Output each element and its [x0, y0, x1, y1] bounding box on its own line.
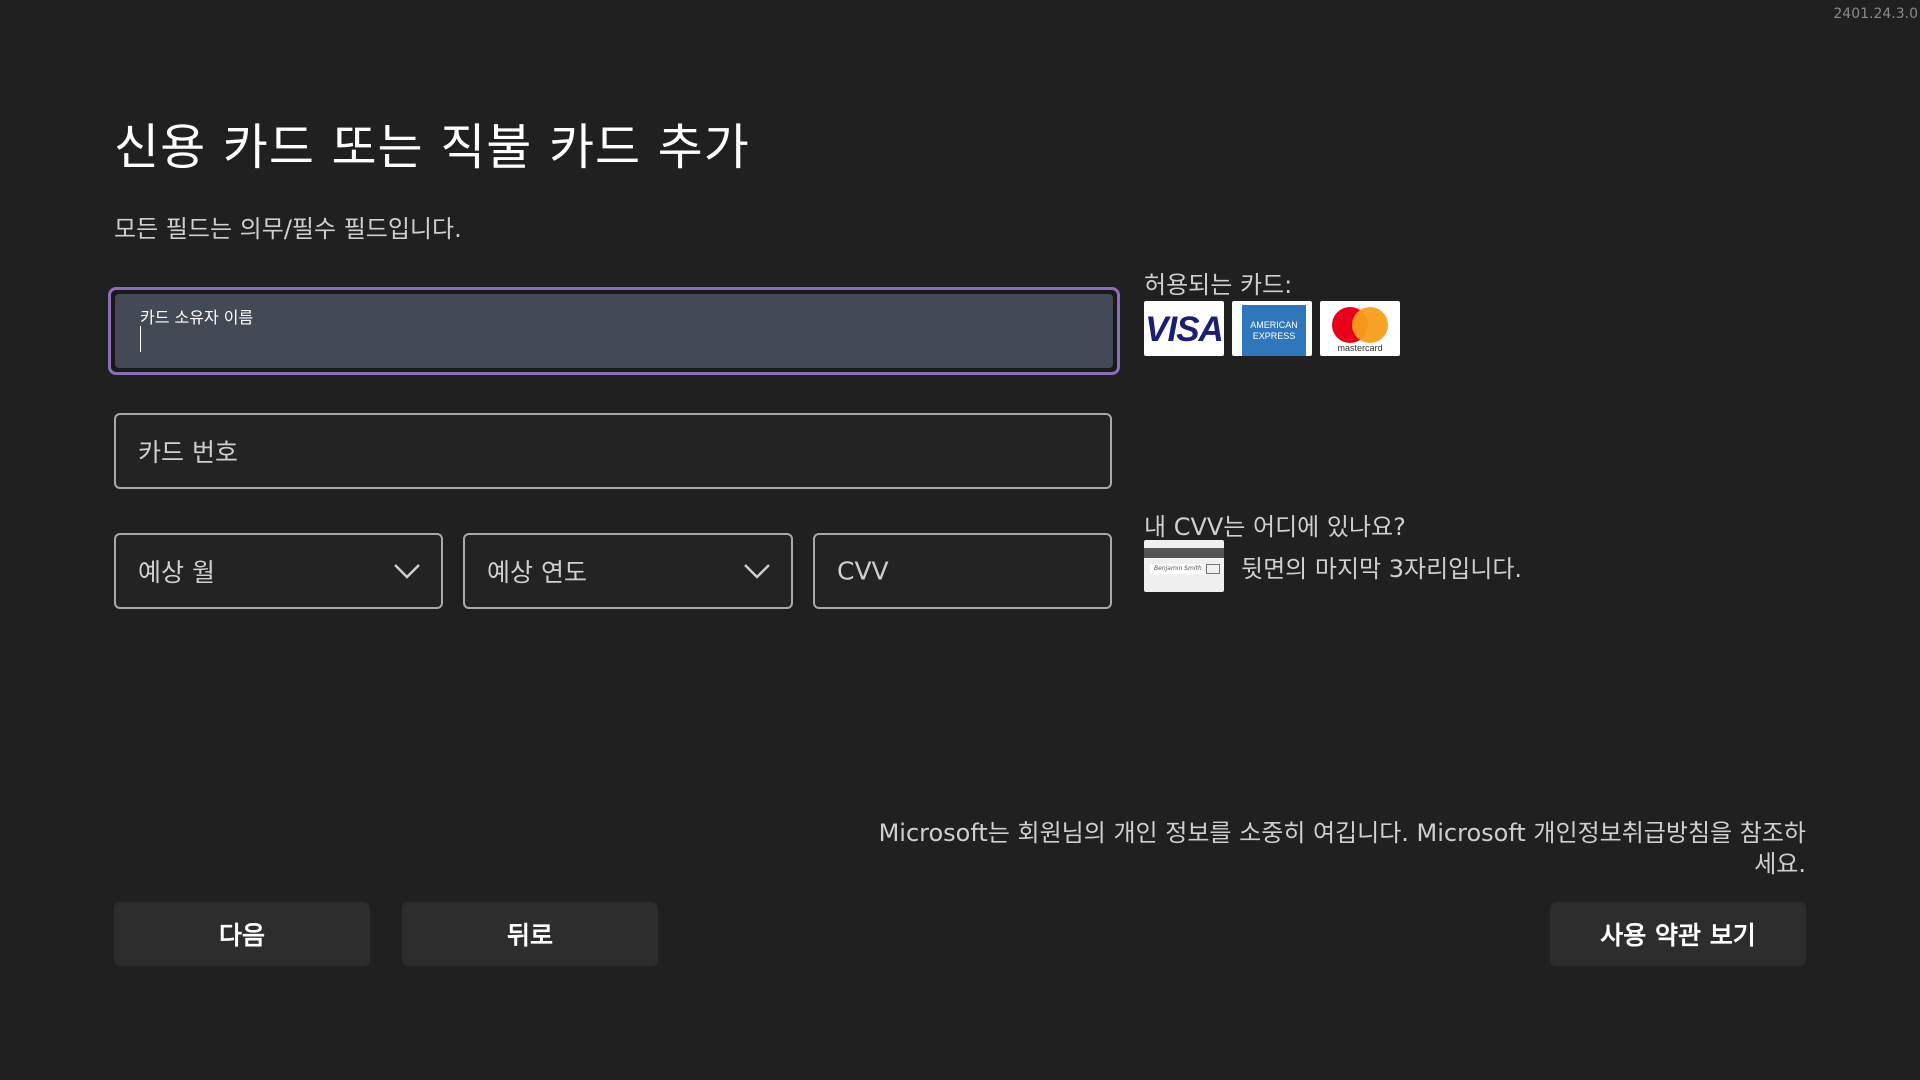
text-caret	[140, 326, 141, 352]
amex-logo-icon: AMERICAN EXPRESS	[1232, 301, 1312, 356]
exp-year-placeholder: 예상 연도	[487, 558, 587, 587]
mastercard-logo-text: mastercard	[1337, 343, 1383, 353]
cardholder-name-input[interactable]: 카드 소유자 이름	[115, 294, 1113, 368]
page-title: 신용 카드 또는 직불 카드 추가	[114, 119, 750, 176]
required-fields-note: 모든 필드는 의무/필수 필드입니다.	[114, 215, 462, 243]
chevron-down-icon	[744, 564, 770, 579]
amex-logo-box: AMERICAN EXPRESS	[1242, 305, 1306, 356]
amex-logo-text-2: EXPRESS	[1252, 330, 1296, 341]
next-button[interactable]: 다음	[114, 902, 370, 966]
amex-logo-text-1: AMERICAN	[1250, 319, 1298, 330]
visa-logo-icon: VISA	[1144, 301, 1224, 356]
view-terms-button[interactable]: 사용 약관 보기	[1550, 902, 1806, 966]
add-card-page: 2401.24.3.0 신용 카드 또는 직불 카드 추가 모든 필드는 의무/…	[0, 0, 1920, 1080]
cvv-field[interactable]: CVV	[813, 533, 1112, 609]
cardholder-name-label: 카드 소유자 이름	[140, 308, 254, 327]
card-number-placeholder: 카드 번호	[138, 438, 238, 467]
mastercard-logo-icon: mastercard	[1320, 301, 1400, 356]
privacy-statement[interactable]: Microsoft는 회원님의 개인 정보를 소중히 여깁니다. Microso…	[866, 818, 1806, 880]
cardholder-name-field[interactable]: 카드 소유자 이름	[108, 287, 1120, 375]
visa-logo-text: VISA	[1145, 310, 1224, 349]
accepted-cards-label: 허용되는 카드:	[1144, 271, 1293, 299]
accepted-cards-logos: VISA AMERICAN EXPRESS mastercard	[1144, 301, 1400, 356]
cvv-help-description: 뒷면의 마지막 3자리입니다.	[1241, 555, 1523, 583]
back-button[interactable]: 뒤로	[402, 902, 658, 966]
cvv-card-icon: Benjamin Smith	[1144, 540, 1224, 592]
chevron-down-icon	[394, 564, 420, 579]
card-number-field[interactable]: 카드 번호	[114, 413, 1112, 489]
exp-month-placeholder: 예상 월	[138, 558, 215, 587]
cvv-placeholder: CVV	[837, 556, 889, 586]
version-label: 2401.24.3.0	[1833, 6, 1918, 22]
cvv-code-box	[1206, 564, 1220, 574]
mastercard-orange-circle	[1352, 307, 1388, 343]
signature-strip: Benjamin Smith	[1150, 564, 1204, 574]
exp-month-select[interactable]: 예상 월	[114, 533, 443, 609]
cvv-help-question: 내 CVV는 어디에 있나요?	[1144, 513, 1406, 541]
exp-year-select[interactable]: 예상 연도	[463, 533, 793, 609]
magnetic-stripe	[1144, 548, 1224, 558]
